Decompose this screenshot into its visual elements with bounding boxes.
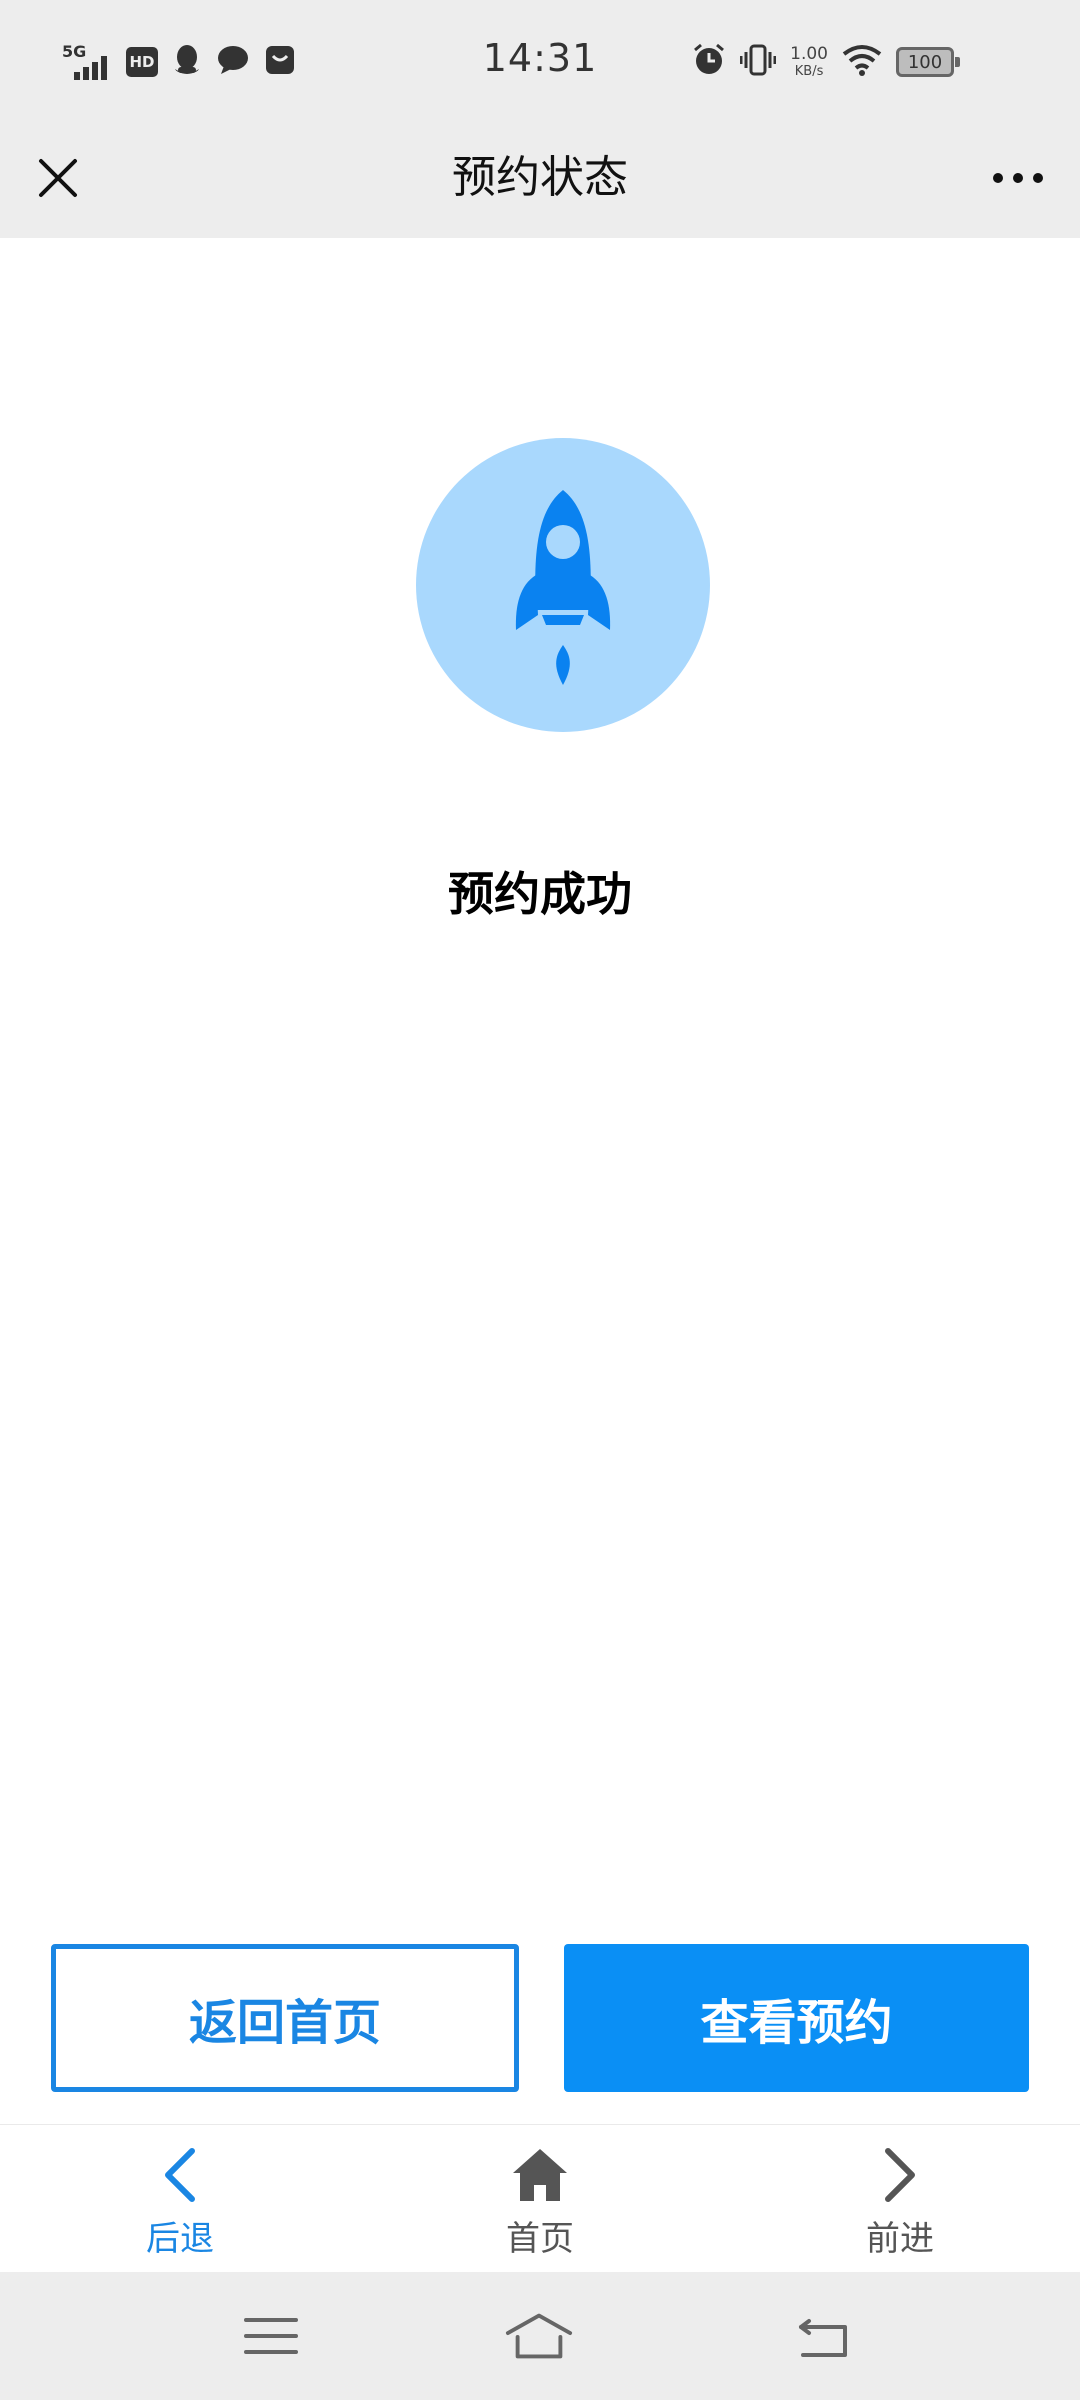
vibrate-icon bbox=[739, 43, 777, 81]
tab-back-label: 后退 bbox=[146, 2219, 214, 2259]
view-booking-button[interactable]: 查看预约 bbox=[564, 1944, 1029, 2092]
tab-home[interactable]: 首页 bbox=[440, 2125, 640, 2273]
result-title: 预约成功 bbox=[448, 867, 632, 921]
status-right: 1.00 KB/s 100 bbox=[692, 40, 960, 84]
home-icon bbox=[510, 2145, 570, 2205]
menu-icon bbox=[244, 2318, 298, 2354]
tab-forward[interactable]: 前进 bbox=[800, 2125, 1000, 2273]
more-button[interactable] bbox=[982, 146, 1054, 210]
chevron-left-icon bbox=[150, 2145, 210, 2205]
tab-back[interactable]: 后退 bbox=[80, 2125, 280, 2273]
status-bar: 5G HD 14:31 1.00 KB/s 100 bbox=[0, 0, 1080, 120]
back-home-label: 返回首页 bbox=[188, 1995, 381, 2051]
net-speed-value: 1.00 bbox=[790, 44, 828, 64]
back-arrow-icon bbox=[799, 2319, 847, 2357]
view-booking-label: 查看预约 bbox=[700, 1995, 893, 2051]
net-speed-unit: KB/s bbox=[794, 64, 824, 79]
page-title: 预约状态 bbox=[452, 152, 628, 203]
tab-forward-label: 前进 bbox=[866, 2219, 934, 2259]
system-nav-bar bbox=[0, 2272, 1080, 2400]
nav-bar: 预约状态 bbox=[0, 120, 1080, 238]
success-badge bbox=[416, 438, 710, 732]
net-speed: 1.00 KB/s bbox=[790, 44, 828, 79]
bottom-tab-bar: 后退 首页 前进 bbox=[0, 2124, 1080, 2272]
screen: 5G HD 14:31 1.00 KB/s 100 预约状态 预约成功 返回首页… bbox=[0, 0, 1080, 2400]
system-back-button[interactable] bbox=[788, 2306, 858, 2366]
system-home-button[interactable] bbox=[504, 2306, 574, 2366]
tab-home-label: 首页 bbox=[506, 2219, 574, 2259]
battery-level: 100 bbox=[907, 51, 943, 73]
back-home-button[interactable]: 返回首页 bbox=[51, 1944, 519, 2092]
system-menu-button[interactable] bbox=[236, 2306, 306, 2366]
alarm-icon bbox=[692, 43, 726, 81]
home-outline-icon bbox=[505, 2313, 573, 2359]
battery-icon: 100 bbox=[896, 47, 960, 77]
rocket-icon bbox=[515, 490, 611, 685]
more-icon bbox=[993, 173, 1043, 183]
wifi-icon bbox=[842, 44, 882, 80]
chevron-right-icon bbox=[870, 2145, 930, 2205]
